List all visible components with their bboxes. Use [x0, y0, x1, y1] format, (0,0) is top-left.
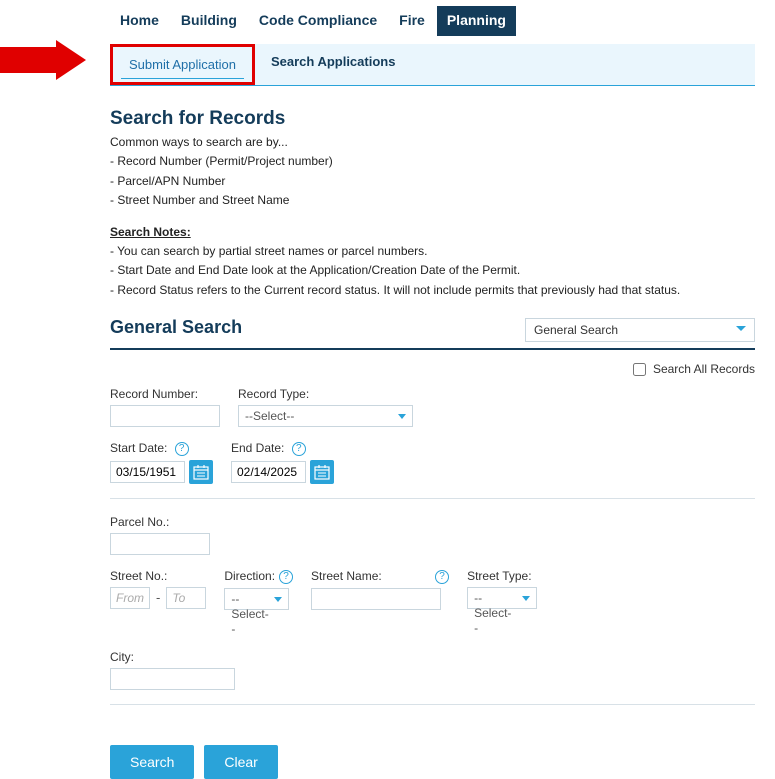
nav-code-compliance[interactable]: Code Compliance: [249, 6, 387, 36]
street-name-label: Street Name: ?: [311, 569, 449, 584]
record-number-input[interactable]: [110, 405, 220, 427]
sub-tabs: Submit Application Search Applications: [110, 44, 755, 86]
search-all-records-checkbox[interactable]: [633, 363, 646, 376]
general-search-title: General Search: [110, 317, 242, 338]
calendar-icon[interactable]: [189, 460, 213, 484]
help-icon[interactable]: ?: [175, 442, 189, 456]
divider: [110, 498, 755, 499]
city-input[interactable]: [110, 668, 235, 690]
start-date-label: Start Date: ?: [110, 441, 213, 456]
clear-button[interactable]: Clear: [204, 745, 277, 779]
help-icon[interactable]: ?: [279, 570, 293, 584]
callout-arrow: [0, 40, 100, 80]
chevron-down-icon: [398, 414, 406, 419]
chevron-down-icon: [274, 597, 282, 602]
street-no-to-input[interactable]: [166, 587, 206, 609]
parcel-label: Parcel No.:: [110, 515, 210, 529]
search-records-title: Search for Records: [110, 108, 755, 130]
top-nav: Home Building Code Compliance Fire Plann…: [110, 6, 755, 36]
parcel-input[interactable]: [110, 533, 210, 555]
city-label: City:: [110, 650, 235, 664]
street-name-input[interactable]: [311, 588, 441, 610]
chevron-down-icon: [736, 326, 746, 331]
search-records-text: Common ways to search are by... - Record…: [110, 134, 755, 299]
record-type-label: Record Type:: [238, 387, 413, 401]
street-no-label: Street No.:: [110, 569, 206, 583]
calendar-icon[interactable]: [310, 460, 334, 484]
tab-submit-application[interactable]: Submit Application: [110, 44, 255, 85]
direction-label: Direction:?: [224, 569, 293, 584]
range-dash: -: [156, 590, 160, 605]
divider: [110, 704, 755, 705]
nav-building[interactable]: Building: [171, 6, 247, 36]
record-number-label: Record Number:: [110, 387, 220, 401]
street-type-value: --Select--: [474, 591, 511, 635]
start-date-input[interactable]: [110, 461, 185, 483]
end-date-input[interactable]: [231, 461, 306, 483]
nav-home[interactable]: Home: [110, 6, 169, 36]
search-button[interactable]: Search: [110, 745, 194, 779]
street-type-label: Street Type:: [467, 569, 537, 583]
record-type-value: --Select--: [245, 409, 294, 423]
tab-search-applications[interactable]: Search Applications: [255, 44, 412, 85]
search-type-value: General Search: [534, 323, 618, 337]
end-date-label: End Date: ?: [231, 441, 334, 456]
search-all-records-text: Search All Records: [653, 362, 755, 376]
search-all-records-label[interactable]: Search All Records: [629, 362, 755, 376]
help-icon[interactable]: ?: [435, 570, 449, 584]
street-no-from-input[interactable]: [110, 587, 150, 609]
chevron-down-icon: [522, 596, 530, 601]
nav-fire[interactable]: Fire: [389, 6, 435, 36]
direction-value: --Select--: [231, 592, 268, 636]
record-type-select[interactable]: --Select--: [238, 405, 413, 427]
nav-planning[interactable]: Planning: [437, 6, 516, 36]
street-type-select[interactable]: --Select--: [467, 587, 537, 609]
search-type-dropdown[interactable]: General Search: [525, 318, 755, 342]
help-icon[interactable]: ?: [292, 442, 306, 456]
direction-select[interactable]: --Select--: [224, 588, 289, 610]
